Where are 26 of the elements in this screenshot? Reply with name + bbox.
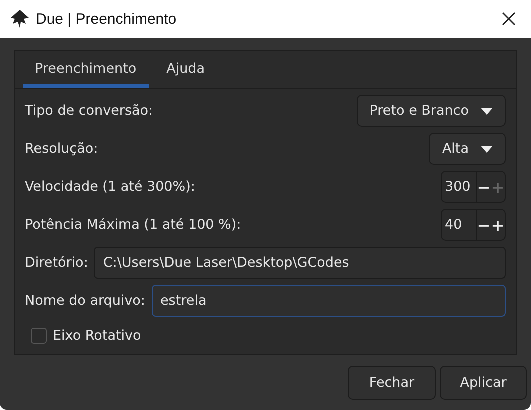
- window-title: Due | Preenchimento: [36, 10, 178, 28]
- field-label: Potência Máxima (1 até 100 %):: [25, 217, 242, 233]
- dialog-button[interactable]: Aplicar: [440, 366, 527, 400]
- checkbox-label: Eixo Rotativo: [53, 328, 142, 344]
- decrement-button[interactable]: −: [477, 172, 491, 202]
- decrement-button[interactable]: −: [477, 210, 491, 240]
- tab[interactable]: Ajuda: [154, 51, 218, 88]
- dialog-button[interactable]: Fechar: [348, 366, 436, 400]
- dropdown[interactable]: Preto e Branco: [356, 95, 506, 127]
- field-label: Resolução:: [25, 141, 100, 157]
- app-logo-icon: [10, 9, 30, 29]
- dropdown[interactable]: Alta: [429, 133, 506, 165]
- input-field[interactable]: estrela: [152, 285, 506, 317]
- number-field[interactable]: 40: [442, 210, 477, 240]
- close-icon[interactable]: [501, 11, 517, 27]
- tab[interactable]: Preenchimento: [23, 51, 149, 88]
- increment-button[interactable]: +: [491, 210, 505, 240]
- number-field[interactable]: 300: [442, 172, 477, 202]
- checkbox[interactable]: [31, 328, 47, 344]
- field-label: Diretório:: [25, 255, 88, 271]
- caret-icon: [481, 146, 493, 152]
- field-label: Nome do arquivo:: [25, 293, 146, 309]
- field-label: Tipo de conversão:: [25, 103, 154, 119]
- caret-icon: [481, 108, 493, 114]
- field-label: Velocidade (1 até 300%):: [25, 179, 196, 195]
- input-field[interactable]: C:\Users\Due Laser\Desktop\GCodes: [94, 247, 506, 279]
